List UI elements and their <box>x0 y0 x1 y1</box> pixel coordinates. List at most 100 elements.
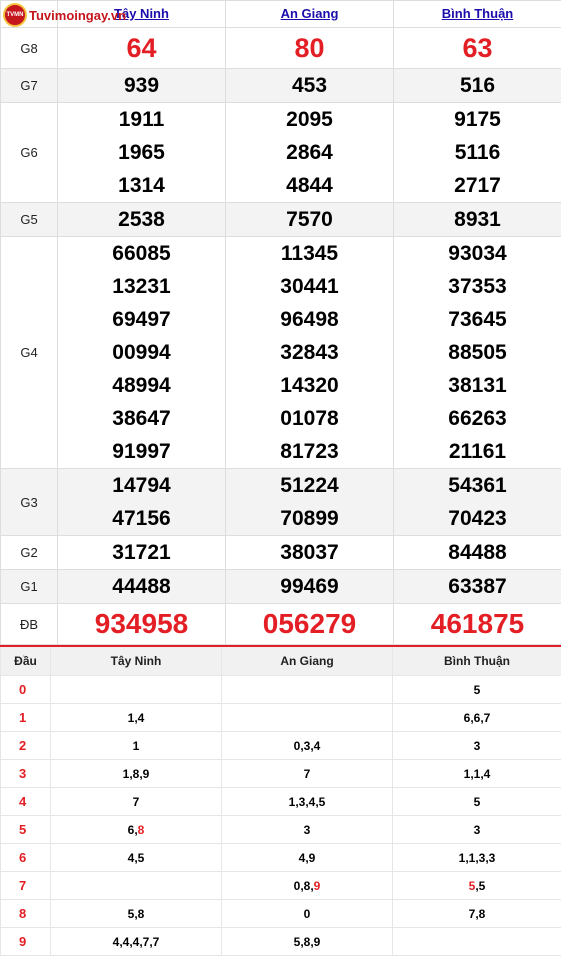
prize-label: G1 <box>1 570 58 604</box>
lottery-number: 64 <box>58 28 225 68</box>
loto-value: 7,8 <box>469 907 486 921</box>
loto-cell: 1,4 <box>51 704 222 732</box>
loto-cell: 5 <box>393 676 561 704</box>
loto-value: 4,4,4,7,7 <box>113 935 160 949</box>
loto-row: 11,46,6,7 <box>1 704 561 732</box>
loto-head-digit: 0 <box>1 676 51 704</box>
loto-cell: 4,4,4,7,7 <box>51 928 222 956</box>
lottery-number: 70899 <box>226 502 393 535</box>
lottery-number: 13231 <box>58 270 225 303</box>
lottery-number: 38037 <box>226 536 393 569</box>
loto-value: 1 <box>133 739 140 753</box>
prize-row: G7939453516 <box>1 69 561 103</box>
province-link[interactable]: Bình Thuận <box>442 6 514 21</box>
loto-cell: 0,3,4 <box>222 732 393 760</box>
loto-cell: 7 <box>51 788 222 816</box>
prize-cell: 64 <box>58 28 226 69</box>
loto-cell: 7 <box>222 760 393 788</box>
loto-head-digit: 6 <box>1 844 51 872</box>
prize-cell: 44488 <box>58 570 226 604</box>
lottery-number: 9175 <box>394 103 561 136</box>
loto-value: 5 <box>474 795 481 809</box>
lottery-number: 1314 <box>58 169 225 202</box>
prize-label: G8 <box>1 28 58 69</box>
loto-value: 0 <box>304 907 311 921</box>
loto-value: 3 <box>474 739 481 753</box>
loto-cell: 1,1,4 <box>393 760 561 788</box>
lottery-number: 2864 <box>226 136 393 169</box>
prize-cell: 056279 <box>226 604 394 645</box>
loto-head-digit: 7 <box>1 872 51 900</box>
site-logo[interactable]: TVMNTuvimoingay.vn <box>3 3 126 27</box>
lottery-number: 69497 <box>58 303 225 336</box>
lottery-number: 37353 <box>394 270 561 303</box>
lottery-number: 11345 <box>226 237 393 270</box>
lottery-number: 01078 <box>226 402 393 435</box>
loto-row: 9 4,4,4,7,7 5,8,9 <box>1 928 561 956</box>
lottery-number: 38647 <box>58 402 225 435</box>
prize-cell: 84488 <box>394 536 561 570</box>
loto-value: 4,9 <box>299 851 316 865</box>
logo-text: Tuvimoingay.vn <box>29 8 126 23</box>
loto-value: 0,3,4 <box>294 739 321 753</box>
lottery-number: 7570 <box>226 203 393 236</box>
lottery-number: 51224 <box>226 469 393 502</box>
loto-value: 1,4 <box>128 711 145 725</box>
lottery-number: 48994 <box>58 369 225 402</box>
prize-cell: 31721 <box>58 536 226 570</box>
province-link[interactable]: An Giang <box>281 6 339 21</box>
prize-cell: 1479447156 <box>58 469 226 536</box>
lottery-number: 30441 <box>226 270 393 303</box>
loto-value: 4,5 <box>128 851 145 865</box>
results-table: TVMNTuvimoingay.vnTây NinhAn GiangBình T… <box>0 0 561 645</box>
loto-value: 5,8,9 <box>294 935 321 949</box>
loto-cell: 4,5 <box>51 844 222 872</box>
province-header-cell: An Giang <box>226 1 394 28</box>
prize-cell: 5122470899 <box>226 469 394 536</box>
loto-value: 1,1,3,3 <box>459 851 496 865</box>
prize-cell: 453 <box>226 69 394 103</box>
loto-cell <box>222 704 393 732</box>
loto-row: 56,833 <box>1 816 561 844</box>
prize-cell: 5436170423 <box>394 469 561 536</box>
prize-cell: 934958 <box>58 604 226 645</box>
prize-cell: 11345304419649832843143200107881723 <box>226 237 394 469</box>
loto-cell: 0,8,9 <box>222 872 393 900</box>
loto-column-header: An Giang <box>222 646 393 676</box>
lottery-number: 453 <box>226 69 393 102</box>
lottery-number: 2538 <box>58 203 225 236</box>
lottery-number: 21161 <box>394 435 561 468</box>
loto-row: 05 <box>1 676 561 704</box>
loto-head-digit: 9 <box>1 928 51 956</box>
loto-row: 85,807,8 <box>1 900 561 928</box>
loto-cell: 1 <box>51 732 222 760</box>
lottery-number: 93034 <box>394 237 561 270</box>
lottery-number: 47156 <box>58 502 225 535</box>
prize-row: G6191119651314209528644844917551162717 <box>1 103 561 203</box>
province-header-cell: Bình Thuận <box>394 1 561 28</box>
lottery-number: 4844 <box>226 169 393 202</box>
loto-head-digit: 5 <box>1 816 51 844</box>
loto-cell: 5,5 <box>393 872 561 900</box>
prize-label: G6 <box>1 103 58 203</box>
prize-row: G8648063 <box>1 28 561 69</box>
loto-cell: 6,8 <box>51 816 222 844</box>
loto-row: 7 0,8,95,5 <box>1 872 561 900</box>
loto-cell <box>51 676 222 704</box>
loto-column-header: Tây Ninh <box>51 646 222 676</box>
lottery-number: 88505 <box>394 336 561 369</box>
loto-value: 0,8, <box>294 879 314 893</box>
lottery-number: 44488 <box>58 570 225 603</box>
loto-cell: 5,8,9 <box>222 928 393 956</box>
lottery-number: 70423 <box>394 502 561 535</box>
lottery-number: 96498 <box>226 303 393 336</box>
lottery-number: 14794 <box>58 469 225 502</box>
loto-row: 6 4,5 4,9 1,1,3,3 <box>1 844 561 872</box>
lottery-number: 056279 <box>226 604 393 644</box>
lottery-number: 66085 <box>58 237 225 270</box>
loto-cell: 1,8,9 <box>51 760 222 788</box>
loto-value: 1,3,4,5 <box>289 795 326 809</box>
prize-cell: 2538 <box>58 203 226 237</box>
loto-value: 6, <box>128 823 138 837</box>
loto-value: 3 <box>304 823 311 837</box>
